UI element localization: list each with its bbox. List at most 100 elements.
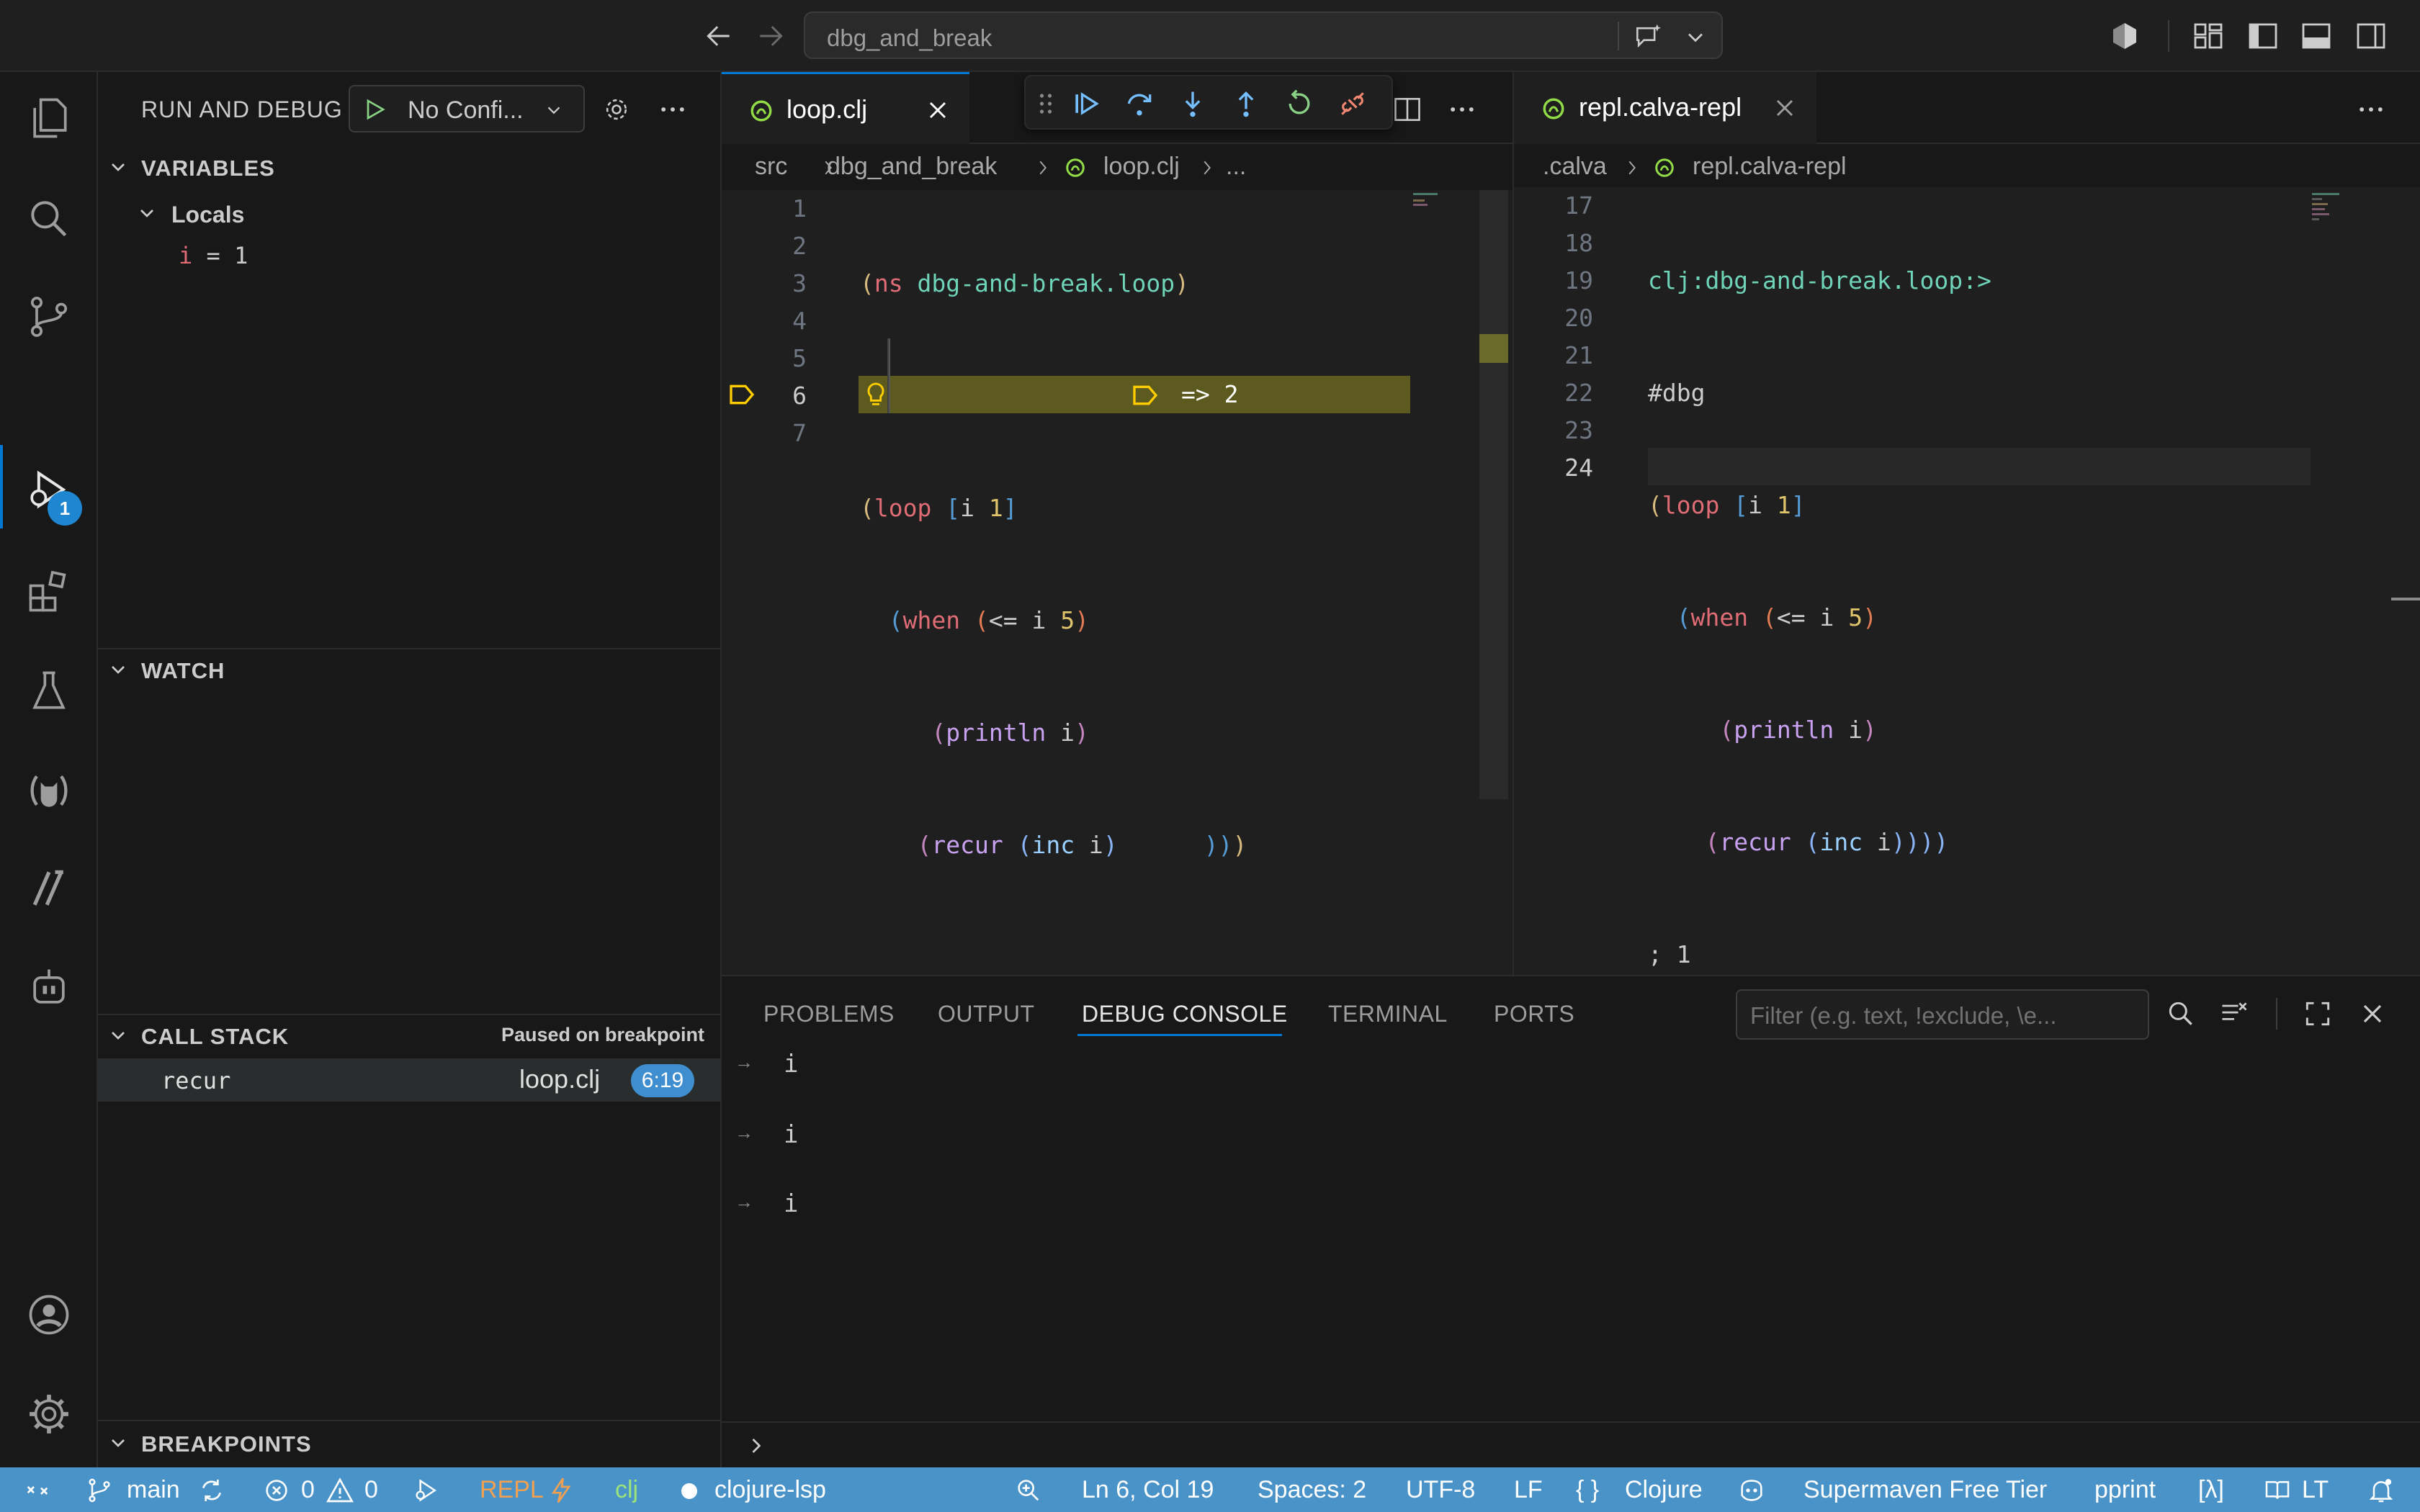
error-count[interactable]: 0 — [301, 1476, 315, 1504]
sync-icon[interactable] — [197, 1476, 226, 1505]
inline-breakpoint-marker-icon[interactable] — [1131, 384, 1160, 406]
settings-gear-icon[interactable] — [24, 1390, 73, 1439]
breadcrumb-item-src[interactable]: src — [755, 153, 787, 181]
back-arrow-icon[interactable] — [703, 20, 735, 52]
more-actions-icon[interactable] — [2355, 94, 2387, 125]
step-out-icon[interactable] — [1230, 88, 1262, 120]
toggle-primary-sidebar-icon[interactable] — [2246, 19, 2280, 53]
git-branch-icon[interactable] — [85, 1476, 114, 1505]
fn-recur: recur — [931, 831, 1003, 859]
minimap[interactable] — [2312, 190, 2341, 255]
tab-repl-calva[interactable]: repl.calva-repl — [1514, 72, 1816, 144]
vertical-scrollbar[interactable] — [1479, 190, 1508, 799]
breadcrumb-item-folder[interactable]: .calva — [1543, 153, 1607, 181]
repl-language-label[interactable]: clj — [615, 1476, 638, 1504]
chat-sparkle-icon[interactable] — [1632, 22, 1664, 53]
lambda-indicator[interactable]: [λ] — [2198, 1476, 2224, 1504]
step-into-icon[interactable] — [1177, 88, 1209, 120]
account-icon[interactable] — [24, 1290, 73, 1339]
gear-icon[interactable] — [601, 94, 632, 125]
more-actions-icon[interactable] — [657, 94, 689, 125]
warning-count[interactable]: 0 — [364, 1476, 378, 1504]
live-share-icon[interactable] — [24, 864, 73, 913]
watch-section-header[interactable]: WATCH — [98, 648, 722, 691]
book-icon[interactable] — [2263, 1476, 2292, 1505]
zoom-search-icon[interactable] — [1014, 1476, 1043, 1505]
warning-icon[interactable] — [326, 1476, 354, 1505]
disconnect-icon[interactable] — [1337, 88, 1368, 120]
namespace-name: dbg-and-break.loop — [917, 269, 1175, 297]
console-filter-input[interactable]: Filter (e.g. text, !exclude, \e... — [1736, 989, 2149, 1040]
tab-output[interactable]: OUTPUT — [938, 1001, 1035, 1027]
tab-debug-console[interactable]: DEBUG CONSOLE — [1082, 1001, 1288, 1027]
supermaven-status[interactable]: Supermaven Free Tier — [1803, 1476, 2047, 1504]
breakpoint-current-arrow-icon[interactable] — [727, 382, 756, 408]
stack-frame-row[interactable]: recur loop.clj 6:19 — [98, 1058, 722, 1102]
panel-action-divider — [2276, 998, 2277, 1030]
start-debugging-play-icon[interactable] — [362, 96, 387, 122]
variables-section-header[interactable]: VARIABLES — [98, 145, 722, 189]
calva-repl-icon[interactable] — [24, 766, 73, 815]
variable-row[interactable]: i = 1 — [179, 242, 248, 269]
explorer-files-icon[interactable] — [24, 94, 73, 143]
breadcrumb-item-file[interactable]: loop.clj — [1103, 153, 1180, 181]
paused-status-label: Paused on breakpoint — [501, 1024, 704, 1045]
chevron-down-icon[interactable] — [1682, 24, 1708, 50]
tab-ports[interactable]: PORTS — [1494, 1001, 1574, 1027]
file-encoding[interactable]: UTF-8 — [1406, 1476, 1475, 1504]
command-center-search[interactable]: dbg_and_break — [804, 12, 1723, 59]
cursor-position[interactable]: Ln 6, Col 19 — [1082, 1476, 1214, 1504]
copilot-status-icon[interactable] — [1737, 1476, 1766, 1505]
clojure-file-icon — [1065, 157, 1086, 179]
toggle-secondary-sidebar-icon[interactable] — [2354, 19, 2388, 53]
breakpoints-section-header[interactable]: BREAKPOINTS — [98, 1421, 722, 1464]
search-icon[interactable] — [2165, 998, 2197, 1030]
indentation-setting[interactable]: Spaces: 2 — [1258, 1476, 1366, 1504]
repl-status-label[interactable]: REPL — [480, 1476, 544, 1504]
continue-icon[interactable] — [1070, 88, 1102, 120]
forward-arrow-icon[interactable] — [755, 20, 786, 52]
editor-left-body[interactable]: 1 2 3 4 5 6 7 (ns dbg-and-break.loop) (l… — [722, 190, 1512, 975]
breadcrumb-item-file[interactable]: repl.calva-repl — [1693, 153, 1847, 181]
remote-indicator-icon[interactable] — [23, 1476, 52, 1505]
lsp-status-label[interactable]: clojure-lsp — [714, 1476, 826, 1504]
more-actions-icon[interactable] — [1446, 94, 1478, 125]
testing-flask-icon[interactable] — [24, 667, 73, 716]
breadcrumb: src dbg_and_break loop.clj ... — [722, 145, 1512, 190]
debug-session-icon[interactable] — [412, 1476, 441, 1505]
editor-right-body[interactable]: 17 18 19 20 21 22 23 24 clj:dbg-and-brea… — [1514, 187, 2420, 975]
copilot-logo-icon[interactable] — [2107, 19, 2142, 53]
close-icon[interactable] — [1770, 94, 1799, 122]
restart-icon[interactable] — [1283, 88, 1315, 120]
debug-config-dropdown[interactable]: No Confi... — [349, 85, 585, 132]
tab-loop-clj[interactable]: loop.clj — [722, 72, 969, 144]
customize-layout-icon[interactable] — [2191, 19, 2226, 53]
split-editor-icon[interactable] — [1392, 94, 1423, 125]
toggle-panel-icon[interactable] — [2299, 19, 2334, 53]
line-ending[interactable]: LF — [1514, 1476, 1543, 1504]
error-icon[interactable] — [262, 1476, 291, 1505]
breadcrumb-item-folder[interactable]: dbg_and_break — [827, 153, 997, 181]
copilot-robot-icon[interactable] — [24, 963, 73, 1012]
git-branch-label[interactable]: main — [127, 1476, 180, 1504]
maximize-panel-icon[interactable] — [2302, 998, 2334, 1030]
tab-problems[interactable]: PROBLEMS — [763, 1001, 895, 1027]
language-mode[interactable]: Clojure — [1625, 1476, 1703, 1504]
search-icon[interactable] — [24, 194, 73, 243]
locals-scope[interactable]: Locals — [127, 193, 487, 233]
notifications-bell-icon[interactable] — [2367, 1476, 2396, 1505]
lt-indicator[interactable]: LT — [2302, 1476, 2329, 1504]
step-over-icon[interactable] — [1124, 88, 1155, 120]
pprint-toggle[interactable]: pprint — [2094, 1476, 2156, 1504]
extensions-icon[interactable] — [24, 567, 73, 616]
breadcrumb-item-symbol[interactable]: ... — [1226, 153, 1246, 181]
close-panel-icon[interactable] — [2357, 998, 2388, 1030]
source-control-icon[interactable] — [24, 292, 73, 341]
clear-console-icon[interactable] — [2218, 998, 2250, 1030]
console-repl-input[interactable] — [722, 1423, 2420, 1469]
drag-handle-icon[interactable] — [1036, 88, 1056, 120]
tab-terminal[interactable]: TERMINAL — [1328, 1001, 1448, 1027]
lightbulb-icon[interactable] — [861, 380, 890, 409]
minimap[interactable] — [1413, 190, 1442, 212]
close-icon[interactable] — [923, 96, 952, 125]
